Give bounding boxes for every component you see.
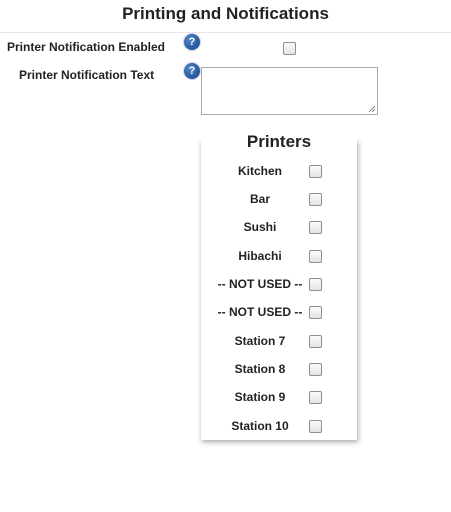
notification-text-field[interactable] (201, 67, 378, 115)
help-icon[interactable]: ? (184, 63, 200, 79)
printer-label: Station 10 (231, 419, 289, 433)
printer-item: Hibachi (201, 246, 357, 266)
printer-item: Sushi (201, 217, 357, 237)
printer-checkbox[interactable] (309, 363, 322, 376)
printer-checkbox[interactable] (309, 335, 322, 348)
printer-label: Kitchen (237, 164, 282, 178)
printer-label: Bar (249, 192, 270, 206)
printers-panel: Printers Kitchen Bar Sushi Hibachi -- NO… (201, 128, 357, 440)
printer-item: Kitchen (201, 161, 357, 181)
printer-item: -- NOT USED -- (201, 274, 357, 294)
printer-item: Station 10 (201, 416, 357, 436)
notification-enabled-label: Printer Notification Enabled (7, 40, 166, 54)
header-divider (0, 32, 451, 33)
printer-label: -- NOT USED -- (217, 277, 303, 291)
printer-checkbox[interactable] (309, 278, 322, 291)
page-title: Printing and Notifications (122, 4, 329, 23)
notification-enabled-checkbox[interactable] (283, 42, 296, 55)
printer-item: Station 7 (201, 331, 357, 351)
printer-label: Sushi (243, 220, 277, 234)
printer-item: Station 9 (201, 387, 357, 407)
printer-label: Station 9 (234, 390, 286, 404)
printer-item: Station 8 (201, 359, 357, 379)
printer-label: Hibachi (238, 249, 282, 263)
printers-title: Printers (201, 128, 357, 156)
printer-checkbox[interactable] (309, 193, 322, 206)
printer-item: Bar (201, 189, 357, 209)
printer-checkbox[interactable] (309, 306, 322, 319)
printer-label: Station 7 (234, 334, 286, 348)
printer-checkbox[interactable] (309, 165, 322, 178)
resize-grip-icon[interactable] (368, 105, 376, 113)
printer-checkbox[interactable] (309, 420, 322, 433)
help-icon[interactable]: ? (184, 34, 200, 50)
printer-label: -- NOT USED -- (217, 305, 303, 319)
printer-item: -- NOT USED -- (201, 302, 357, 322)
printer-label: Station 8 (234, 362, 286, 376)
printer-checkbox[interactable] (309, 250, 322, 263)
printer-checkbox[interactable] (309, 391, 322, 404)
notification-text-label: Printer Notification Text (19, 68, 155, 82)
printer-checkbox[interactable] (309, 221, 322, 234)
